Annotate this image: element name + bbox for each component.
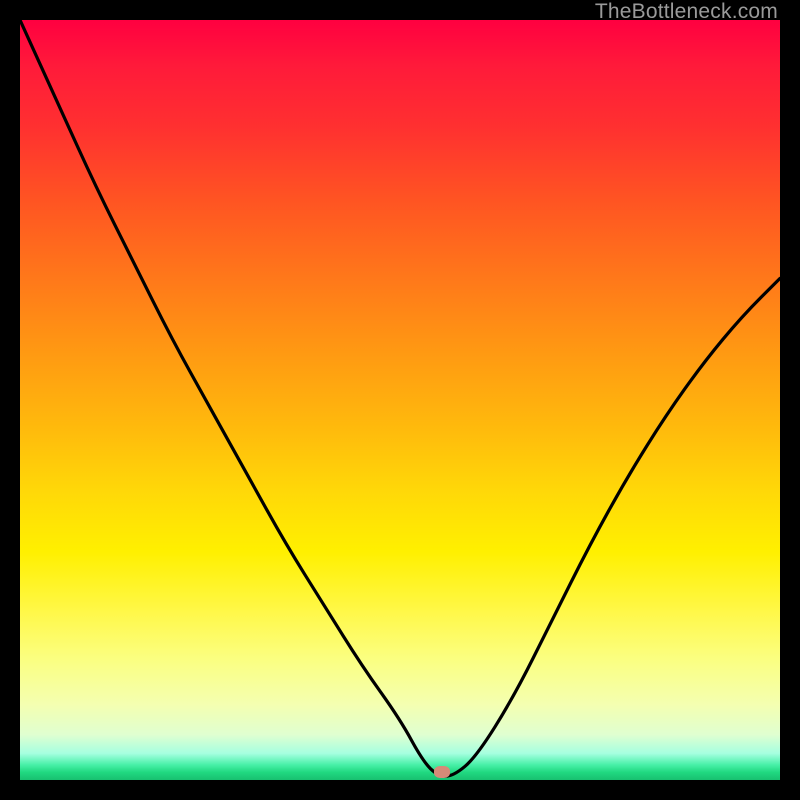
bottleneck-curve <box>20 20 780 780</box>
curve-path <box>20 20 780 776</box>
optimal-marker-icon <box>434 766 450 778</box>
plot-area <box>20 20 780 780</box>
chart-frame: TheBottleneck.com <box>0 0 800 800</box>
